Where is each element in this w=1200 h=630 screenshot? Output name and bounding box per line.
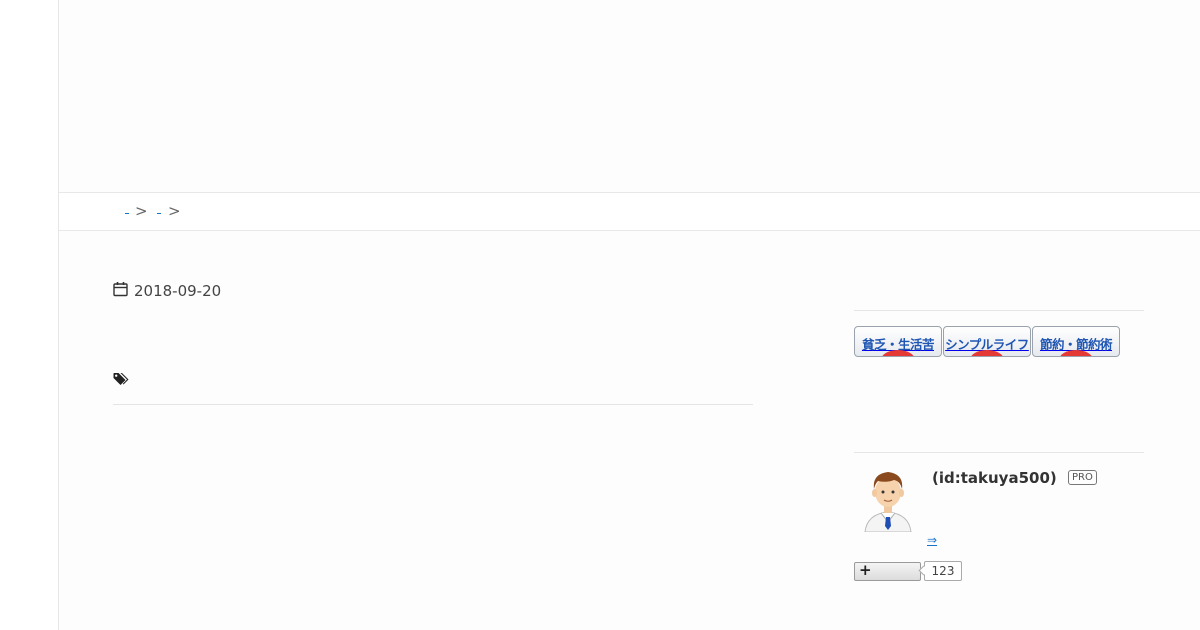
profile-id[interactable]: (id:takuya500) <box>932 469 1057 487</box>
breadcrumb-home-link[interactable] <box>125 211 129 214</box>
breadcrumb: > > <box>59 193 1200 231</box>
profile-link[interactable]: ⇒ <box>927 533 937 547</box>
plus-icon: + <box>859 561 872 579</box>
pro-badge: PRO <box>1068 470 1097 485</box>
sidebar-divider <box>854 452 1144 453</box>
tag-icon <box>113 372 129 391</box>
blog-header <box>59 0 1200 193</box>
entry-date-text: 2018-09-20 <box>134 282 222 300</box>
breadcrumb-category-link[interactable] <box>157 211 161 214</box>
main-content: > > 2018-09-20 貧乏・生活苦 シンプルライフ 節約・節約術 (id… <box>59 0 1200 630</box>
ranking-banner-simple-life[interactable]: シンプルライフ <box>943 326 1031 357</box>
follower-count-text: 123 <box>931 564 955 578</box>
entry-date: 2018-09-20 <box>113 280 221 302</box>
entry-tags <box>113 370 753 405</box>
follow-button[interactable]: + <box>854 561 921 581</box>
follower-count: 123 <box>918 561 962 581</box>
ranking-banner-poverty[interactable]: 貧乏・生活苦 <box>854 326 942 357</box>
breadcrumb-separator: > <box>135 202 148 220</box>
blog-ranking-banners: 貧乏・生活苦 シンプルライフ 節約・節約術 <box>854 326 1120 357</box>
sidebar-divider <box>854 310 1144 311</box>
left-rail <box>0 0 59 630</box>
ranking-banner-saving[interactable]: 節約・節約術 <box>1032 326 1120 357</box>
avatar[interactable] <box>859 466 917 533</box>
breadcrumb-separator: > <box>168 202 181 220</box>
calendar-icon <box>113 281 128 301</box>
